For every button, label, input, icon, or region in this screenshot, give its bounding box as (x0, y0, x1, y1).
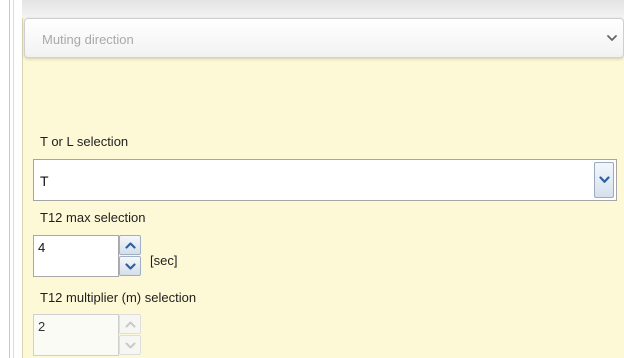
t12-max-decrement-button[interactable] (119, 256, 141, 276)
t12-multiplier-spinner: 2 (33, 314, 141, 356)
t12-multiplier-decrement-button[interactable] (119, 335, 141, 355)
t12-multiplier-value: 2 (38, 319, 46, 334)
t-or-l-dropdown-button[interactable] (594, 162, 614, 198)
chevron-down-icon (125, 342, 136, 349)
t12-multiplier-selection-label: T12 multiplier (m) selection (40, 290, 197, 305)
t12-max-increment-button[interactable] (119, 235, 141, 255)
settings-window: Muting direction T or L selection T T12 … (0, 0, 624, 358)
chevron-down-icon (599, 176, 610, 183)
chevron-up-icon (125, 321, 136, 328)
t-or-l-select[interactable]: T (33, 159, 617, 201)
t12-max-unit-label: [sec] (150, 253, 178, 268)
t12-multiplier-input[interactable]: 2 (33, 314, 119, 356)
t-or-l-select-value: T (40, 173, 49, 189)
t12-max-selection-label: T12 max selection (40, 210, 146, 225)
t12-max-value: 4 (38, 240, 46, 255)
t12-max-spinner: 4 (33, 235, 141, 277)
t12-multiplier-increment-button[interactable] (119, 314, 141, 334)
chevron-down-icon (605, 31, 619, 45)
muting-direction-header[interactable]: Muting direction (24, 18, 624, 58)
t-or-l-selection-label: T or L selection (40, 134, 129, 149)
left-frame-border (9, 0, 10, 358)
t12-max-input[interactable]: 4 (33, 235, 119, 277)
chevron-up-icon (125, 242, 136, 249)
muting-direction-label: Muting direction (42, 32, 134, 47)
left-frame-border-inner (13, 0, 14, 358)
chevron-down-icon (125, 263, 136, 270)
top-shadow-strip (22, 0, 624, 18)
